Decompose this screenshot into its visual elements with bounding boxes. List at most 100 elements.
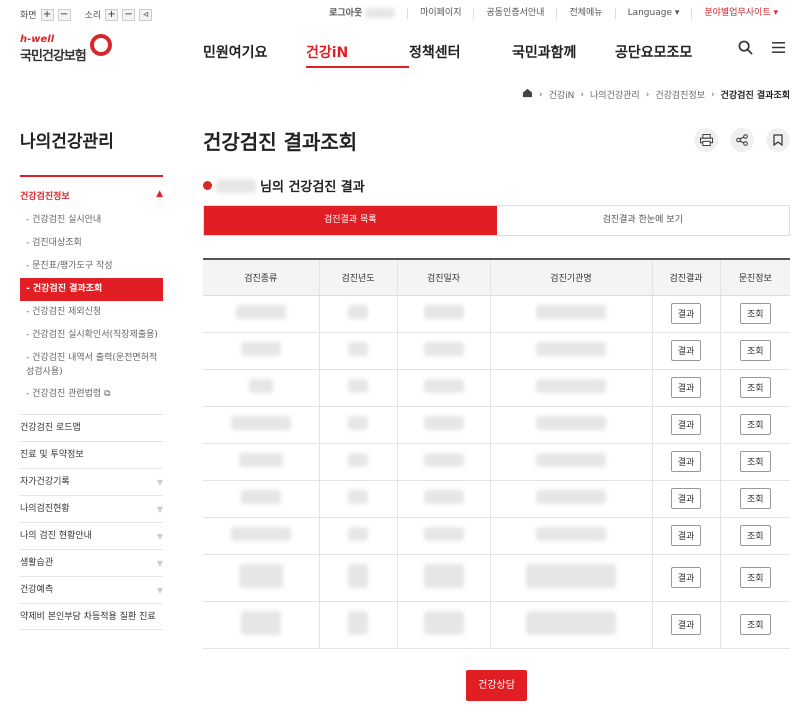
sidebar-sub-item[interactable]: - 건강검진 실시안내	[26, 209, 163, 232]
bullet-icon	[203, 181, 212, 190]
breadcrumb-item[interactable]: 건강검진정보	[655, 88, 705, 101]
branch-site-select[interactable]: 분야별업무사이트 ▾	[691, 8, 790, 20]
result-button[interactable]: 결과	[670, 614, 702, 635]
search-icon[interactable]	[738, 40, 753, 59]
sidebar-sub-item[interactable]: - 건강검진 관련법령 ⧉	[26, 383, 163, 406]
result-button[interactable]: 결과	[670, 340, 702, 361]
table-cell-redacted	[396, 443, 490, 481]
user-name-redacted	[216, 178, 256, 193]
gnb-item-corp[interactable]: 공단요모조모	[615, 42, 718, 68]
table-cell: 조회	[719, 332, 790, 370]
user-result-heading: 님의 건강검진 결과	[203, 176, 365, 195]
result-tabs: 검진결과 목록 검진결과 한눈에 보기	[203, 205, 790, 236]
zoom-out-button[interactable]: −	[57, 8, 71, 21]
result-table: 검진종류 검진년도 검진일자 검진기관명 검진결과 문진정보 결과 조회 결과 조회 결…	[203, 258, 790, 649]
home-icon[interactable]	[522, 88, 533, 101]
inquiry-button[interactable]: 조회	[739, 525, 771, 546]
sidebar-menu-item[interactable]: 건강검진 로드맵	[20, 414, 163, 441]
caret-up-icon: ▲	[156, 189, 163, 199]
result-button[interactable]: 결과	[670, 414, 702, 435]
table-cell: 조회	[719, 517, 790, 555]
main-navigation: 민원여기요 건강iN 정책센터 국민과함께 공단요모조모	[203, 42, 718, 68]
table-cell: 조회	[719, 406, 790, 444]
inquiry-button[interactable]: 조회	[739, 303, 771, 324]
table-cell: 결과	[651, 369, 720, 407]
cert-link[interactable]: 공동인증서안내	[473, 8, 556, 20]
sidebar-sub-item-active[interactable]: - 건강검진 결과조회	[20, 278, 163, 301]
table-cell-redacted	[489, 443, 652, 481]
table-cell-redacted	[396, 517, 490, 555]
inquiry-button[interactable]: 조회	[739, 340, 771, 361]
sidebar-sub-item[interactable]: - 건강검진 내역서 출력(운전면허적성검사용)	[26, 347, 163, 383]
menu-icon[interactable]	[771, 40, 786, 59]
sidebar-menu-item[interactable]: 나의검진현황 ▼	[20, 495, 163, 522]
table-cell-redacted	[203, 601, 319, 649]
result-button[interactable]: 결과	[670, 567, 702, 588]
table-cell-redacted	[318, 443, 397, 481]
inquiry-button[interactable]: 조회	[739, 414, 771, 435]
table-cell-redacted	[203, 517, 319, 555]
mypage-link[interactable]: 마이페이지	[407, 8, 473, 20]
result-button[interactable]: 결과	[670, 451, 702, 472]
sidebar-sub-item[interactable]: - 문진표/평가도구 작성	[26, 255, 163, 278]
logout-link[interactable]: 로그아웃	[317, 8, 407, 20]
sidebar-group-checkup[interactable]: 건강검진정보 ▲	[20, 177, 163, 209]
result-button[interactable]: 결과	[670, 488, 702, 509]
table-row: 결과 조회	[203, 369, 790, 407]
breadcrumb-item[interactable]: 건강iN	[549, 88, 575, 101]
sidebar-menu-item[interactable]: 건강예측 ▼	[20, 576, 163, 603]
table-cell-redacted	[489, 480, 652, 518]
result-button[interactable]: 결과	[670, 377, 702, 398]
sidebar-sub-item[interactable]: - 건강검진 제외신청	[26, 301, 163, 324]
table-row: 결과 조회	[203, 480, 790, 518]
inquiry-button[interactable]: 조회	[739, 377, 771, 398]
tab-result-overview[interactable]: 검진결과 한눈에 보기	[497, 206, 790, 235]
share-icon[interactable]	[730, 128, 754, 152]
print-icon[interactable]	[694, 128, 718, 152]
speaker-icon[interactable]: ◃	[139, 8, 153, 21]
sidebar-sub-item[interactable]: - 건강검진 실시확인서(직장제출용)	[26, 324, 163, 347]
volume-down-button[interactable]: −	[122, 8, 136, 21]
col-header: 검진년도	[318, 258, 397, 296]
inquiry-button[interactable]: 조회	[739, 451, 771, 472]
language-select[interactable]: Language ▾	[614, 8, 692, 20]
table-cell-redacted	[318, 601, 397, 649]
inquiry-button[interactable]: 조회	[739, 488, 771, 509]
breadcrumb-item[interactable]: 나의건강관리	[590, 88, 640, 101]
logo[interactable]: h-well 국민건강보험	[20, 34, 112, 66]
table-cell-redacted	[318, 480, 397, 518]
sidebar-menu-item[interactable]: 약제비 본인부담 차등적용 질환 진료	[20, 603, 163, 630]
logo-name: 국민건강보험	[20, 49, 87, 64]
sidebar-menu-item[interactable]: 진료 및 투약정보	[20, 441, 163, 468]
sound-label: 소리	[84, 11, 102, 21]
table-cell-redacted	[396, 601, 490, 649]
table-cell-redacted	[489, 295, 652, 333]
allmenu-link[interactable]: 전체메뉴	[556, 8, 614, 20]
volume-up-button[interactable]: +	[105, 8, 119, 21]
col-header: 검진종류	[203, 258, 319, 296]
sidebar-sub-item[interactable]: - 검진대상조회	[26, 232, 163, 255]
result-button[interactable]: 결과	[670, 303, 702, 324]
zoom-in-button[interactable]: +	[40, 8, 54, 21]
sidebar-menu-item[interactable]: 나의 검진 현황안내 ▼	[20, 522, 163, 549]
table-cell-redacted	[396, 369, 490, 407]
table-cell-redacted	[396, 554, 490, 602]
sidebar-menu-item[interactable]: 생활습관 ▼	[20, 549, 163, 576]
table-cell: 조회	[719, 369, 790, 407]
table-cell: 결과	[651, 406, 720, 444]
table-row: 결과 조회	[203, 406, 790, 444]
external-link-icon: ⧉	[104, 389, 111, 399]
health-consult-button[interactable]: 건강상담	[466, 670, 527, 701]
gnb-item-policy[interactable]: 정책센터	[409, 42, 512, 68]
page-tools	[694, 128, 790, 152]
gnb-item-health-in[interactable]: 건강iN	[306, 42, 409, 68]
result-button[interactable]: 결과	[670, 525, 702, 546]
sidebar-menu-item[interactable]: 자가건강기록 ▼	[20, 468, 163, 495]
inquiry-button[interactable]: 조회	[739, 614, 771, 635]
inquiry-button[interactable]: 조회	[739, 567, 771, 588]
utility-bar: 화면 + − 소리 + − ◃ 로그아웃 마이페이지 공동인증서안내 전체메뉴 …	[0, 0, 800, 28]
tab-result-list[interactable]: 검진결과 목록	[204, 206, 497, 235]
bookmark-icon[interactable]	[766, 128, 790, 152]
gnb-item-together[interactable]: 국민과함께	[512, 42, 615, 68]
gnb-item-civil[interactable]: 민원여기요	[203, 42, 306, 68]
